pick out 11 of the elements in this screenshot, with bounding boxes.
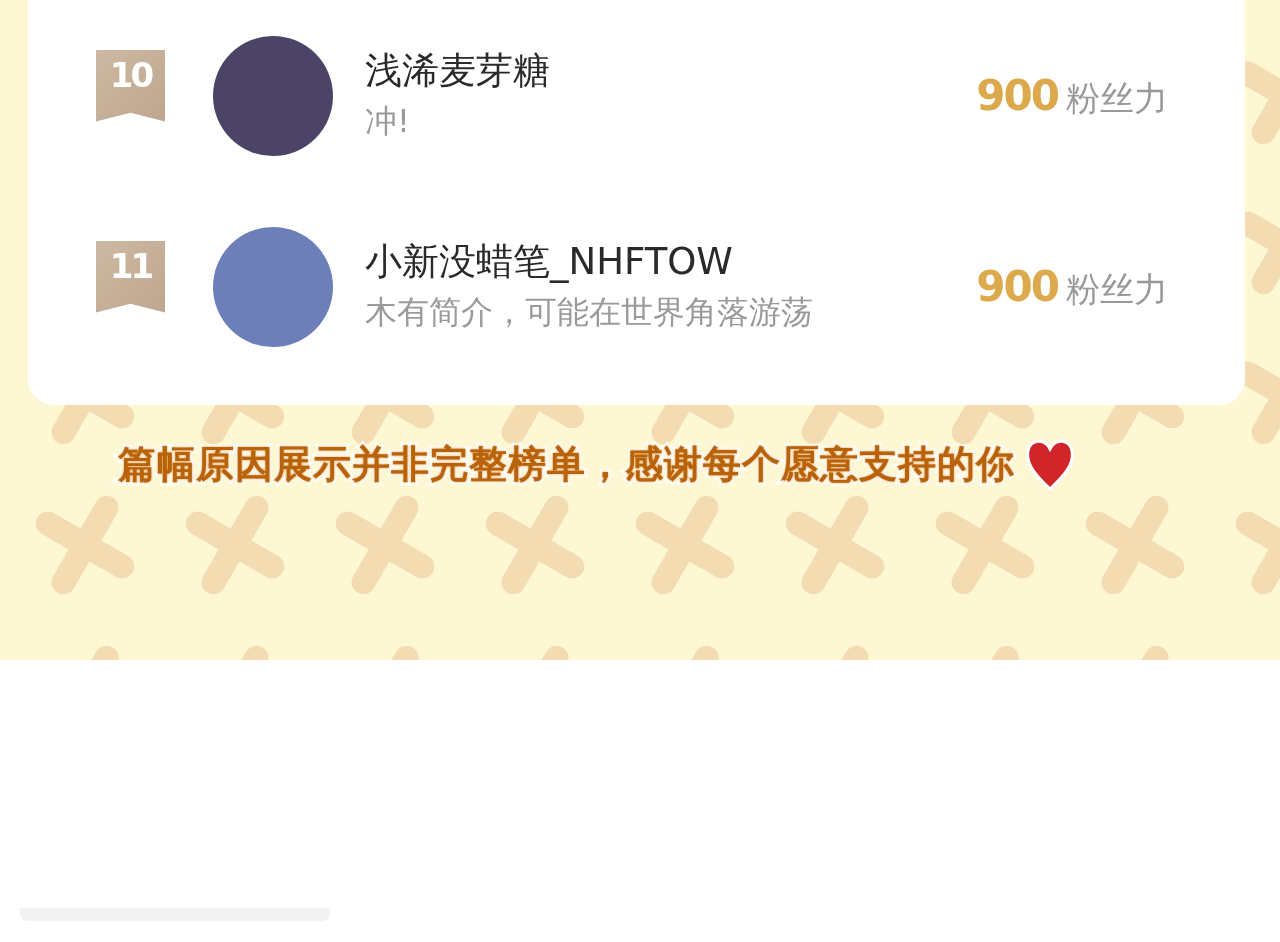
footer-note: 篇幅原因展示并非完整榜单，感谢每个愿意支持的你 [118,440,1015,488]
user-name: 小新没蜡笔_NHFTOW [365,239,734,284]
rank-badge: 11 [96,240,165,313]
score-value: 900 [976,70,1058,122]
score-unit: 粉丝力 [1066,77,1168,120]
score-value: 900 [976,261,1058,313]
user-bio: 冲! [365,100,411,142]
rank-badge: 10 [96,49,165,122]
score-unit: 粉丝力 [1066,268,1168,311]
user-bio: 木有简介，可能在世界角落游荡 [365,291,814,333]
user-name: 浅浠麦芽糖 [365,48,551,93]
